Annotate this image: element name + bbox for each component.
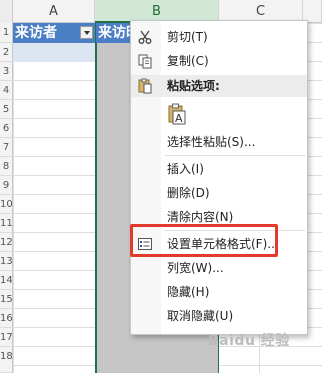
row-header[interactable]: 2 [0, 43, 13, 62]
paste-options-heading: 粘贴选项: [131, 75, 307, 97]
watermark-logo: Baidu 经验 [208, 333, 290, 349]
header-cell-a1[interactable]: 来访者 [13, 23, 95, 43]
menu-item-column-width[interactable]: 列宽(W)... [131, 257, 307, 279]
menu-separator [165, 155, 305, 156]
column-header-a[interactable]: A [13, 0, 95, 23]
row-header[interactable]: 6 [0, 119, 13, 138]
menu-item-label: 取消隐藏(U) [167, 309, 234, 323]
menu-item-delete[interactable]: 删除(D) [131, 182, 307, 204]
row-header[interactable]: 11 [0, 214, 13, 233]
menu-item-insert[interactable]: 插入(I) [131, 158, 307, 180]
menu-item-copy[interactable]: 复制(C) [131, 50, 307, 72]
row-header[interactable]: 7 [0, 138, 13, 157]
menu-item-unhide[interactable]: 取消隐藏(U) [131, 305, 307, 327]
menu-item-label: 选择性粘贴(S)... [167, 135, 256, 149]
copy-icon [138, 54, 152, 69]
menu-item-hide[interactable]: 隐藏(H) [131, 281, 307, 303]
row-header[interactable]: 3 [0, 62, 13, 81]
svg-text:A: A [175, 112, 183, 125]
red-highlight-box [130, 224, 278, 257]
paste-text-icon: A [168, 103, 186, 125]
cell-a2[interactable] [13, 43, 95, 62]
menu-item-cut[interactable]: 剪切(T) [131, 26, 307, 48]
row-header[interactable]: 10 [0, 195, 13, 214]
row-header[interactable]: 13 [0, 252, 13, 271]
select-all-corner[interactable] [0, 0, 13, 23]
header-cell-b1-text: 来访时 [98, 25, 130, 41]
row-header[interactable]: 5 [0, 100, 13, 119]
menu-item-label: 列宽(W)... [167, 261, 224, 275]
menu-item-label: 隐藏(H) [167, 285, 210, 299]
row-header[interactable]: 16 [0, 309, 13, 328]
row-header[interactable]: 17 [0, 328, 13, 347]
row-header[interactable]: 14 [0, 271, 13, 290]
row-header[interactable]: 12 [0, 233, 13, 252]
header-cell-a1-text: 来访者 [15, 25, 57, 41]
row-header[interactable]: 8 [0, 157, 13, 176]
context-menu: 剪切(T) 复制(C) 粘贴选项: A 选择性粘贴(S)... 插入(I) 删除… [130, 20, 308, 335]
menu-item-paste-special[interactable]: 选择性粘贴(S)... [131, 131, 307, 153]
row-header[interactable]: 15 [0, 290, 13, 309]
scissors-icon [138, 30, 152, 44]
clipboard-icon [138, 78, 152, 94]
menu-item-label: 删除(D) [167, 186, 210, 200]
row-header[interactable]: 18 [0, 347, 13, 373]
row-header[interactable]: 4 [0, 81, 13, 100]
menu-item-label: 复制(C) [167, 54, 209, 68]
menu-item-label: 剪切(T) [167, 30, 208, 44]
paste-options-label: 粘贴选项: [167, 79, 220, 93]
row-header[interactable]: 9 [0, 176, 13, 195]
row-header[interactable]: 1 [0, 23, 13, 43]
paste-option-keep-text[interactable]: A [131, 99, 307, 127]
header-cell-b1[interactable]: 来访时 [96, 23, 130, 43]
filter-dropdown-button[interactable] [80, 26, 93, 39]
menu-item-label: 插入(I) [167, 162, 204, 176]
menu-item-label: 清除内容(N) [167, 210, 234, 224]
